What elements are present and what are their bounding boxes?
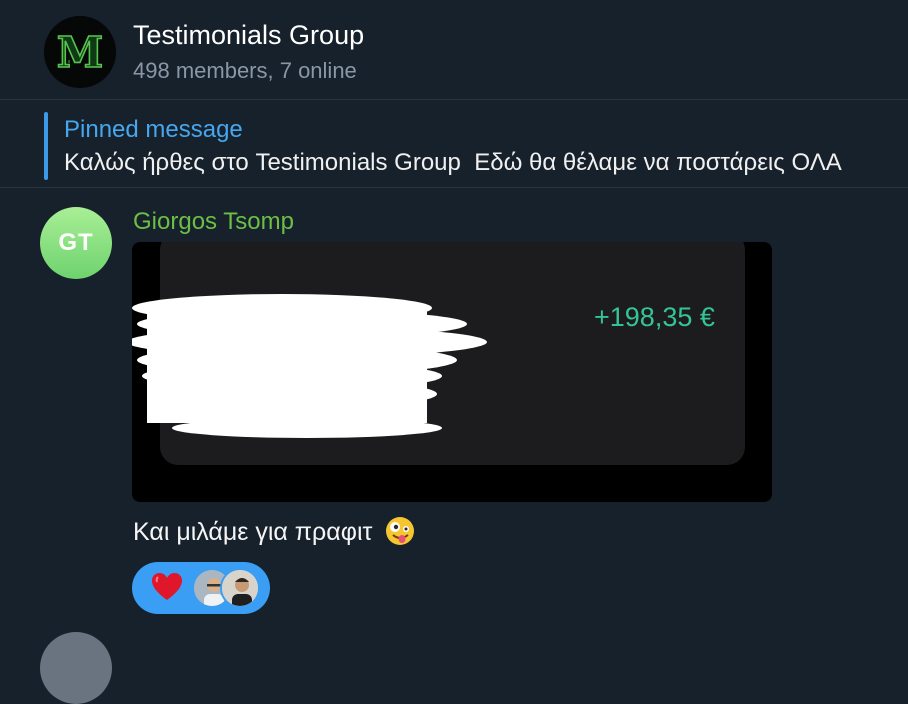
redaction-scribble	[132, 294, 487, 438]
pinned-message-bar[interactable]: Pinned message Καλώς ήρθες στο Testimoni…	[0, 101, 908, 188]
reactor-avatar-2	[220, 568, 260, 608]
member-count: 498 members, 7 online	[133, 58, 357, 83]
red-heart-icon	[152, 573, 182, 600]
svg-text:M: M	[57, 28, 104, 77]
chat-title: Testimonials Group	[133, 20, 365, 50]
reaction-heart-pill[interactable]	[132, 562, 270, 614]
pinned-accent-bar	[44, 112, 48, 180]
caption-text: Και μιλάμε για πραφιτ	[133, 518, 373, 546]
chat-header[interactable]: M Testimonials Group 498 members, 7 onli…	[0, 0, 908, 100]
pinned-label: Pinned message	[64, 116, 243, 143]
pinned-text: Καλώς ήρθες στο Testimonials Group Εδώ θ…	[64, 149, 842, 176]
message-caption: Και μιλάμε για πραφιτ	[133, 516, 415, 547]
sender-avatar[interactable]: GT	[40, 207, 112, 279]
group-avatar[interactable]: M	[44, 16, 116, 88]
message-photo[interactable]: +198,35 €	[132, 242, 772, 502]
next-sender-avatar[interactable]	[40, 632, 112, 704]
sender-name[interactable]: Giorgos Tsomp	[133, 208, 294, 236]
matrix-m-logo-icon: M	[44, 16, 116, 88]
zany-face-icon	[386, 517, 415, 545]
